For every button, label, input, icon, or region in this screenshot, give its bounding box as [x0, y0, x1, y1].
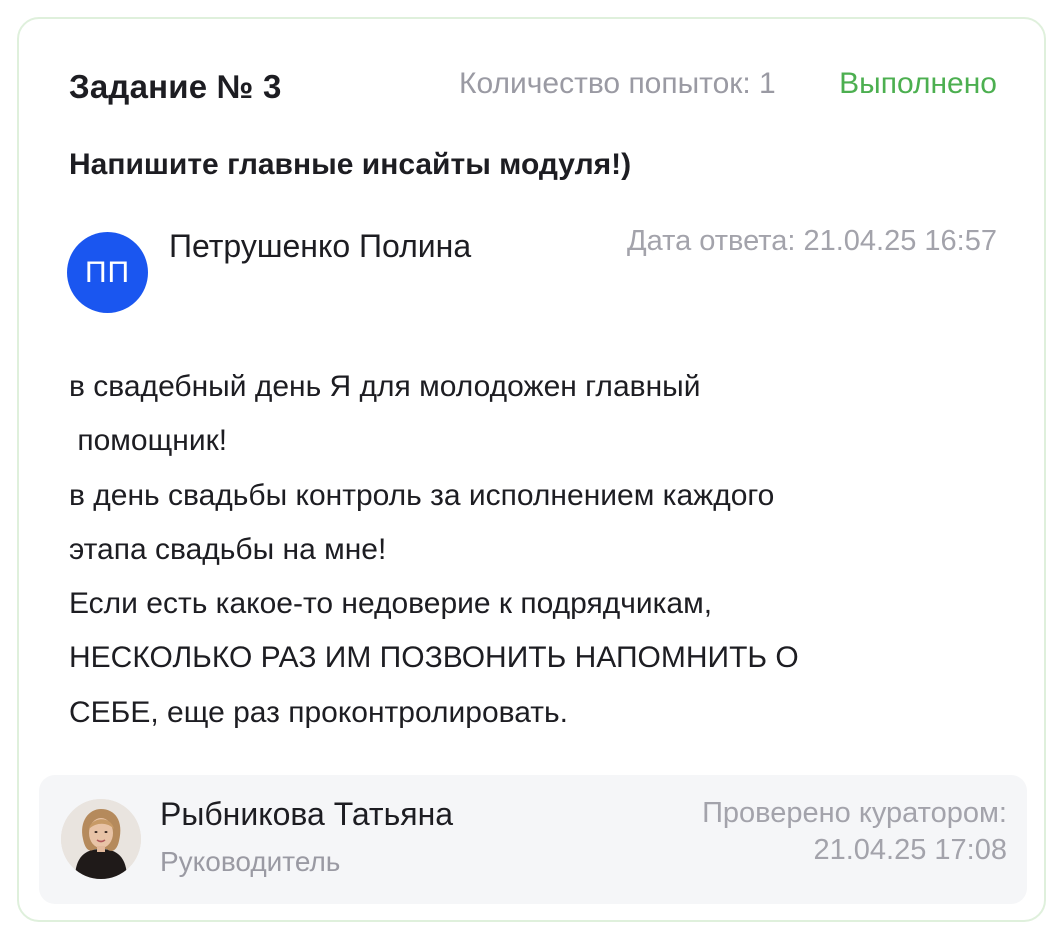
- answer-line: в день свадьбы контроль за исполнением к…: [69, 478, 775, 512]
- checked-date: 21.04.25 17:08: [813, 834, 1007, 866]
- attempts-count: Количество попыток: 1: [459, 67, 776, 100]
- curator-photo-icon: [61, 799, 141, 879]
- curator-review: Рыбникова Татьяна Руководитель Проверено…: [39, 775, 1027, 904]
- checked-label: Проверено куратором:: [702, 797, 1007, 829]
- avatar-initials: ПП: [84, 255, 131, 289]
- answer-line: этапа свадьбы на мне!: [69, 532, 387, 566]
- curator-name: Рыбникова Татьяна: [160, 796, 454, 832]
- task-question: Напишите главные инсайты модуля!): [69, 148, 632, 181]
- checked-by-curator: Проверено куратором: 21.04.25 17:08: [702, 795, 1007, 869]
- avatar: ПП: [67, 232, 148, 313]
- curator-role: Руководитель: [160, 846, 341, 877]
- answer-date: Дата ответа: 21.04.25 16:57: [626, 225, 997, 257]
- answer-line: Если есть какое-то недоверие к подрядчик…: [69, 587, 713, 621]
- curator-avatar: [61, 799, 141, 879]
- answer-line: в свадебный день Я для молодожен главный: [69, 370, 701, 403]
- answer-line: НЕСКОЛЬКО РАЗ ИМ ПОЗВОНИТЬ НАПОМНИТЬ О: [69, 641, 799, 675]
- answer-text: в свадебный день Я для молодожен главный…: [69, 360, 949, 740]
- task-title: Задание № 3: [69, 68, 282, 105]
- answer-line: СЕБЕ, еще раз проконтролировать.: [69, 695, 568, 729]
- answer-author-name: Петрушенко Полина: [169, 228, 472, 264]
- answer-line: помощник!: [69, 424, 228, 458]
- status-badge: Выполнено: [839, 67, 997, 100]
- task-card: Задание № 3 Количество попыток: 1 Выполн…: [17, 17, 1046, 922]
